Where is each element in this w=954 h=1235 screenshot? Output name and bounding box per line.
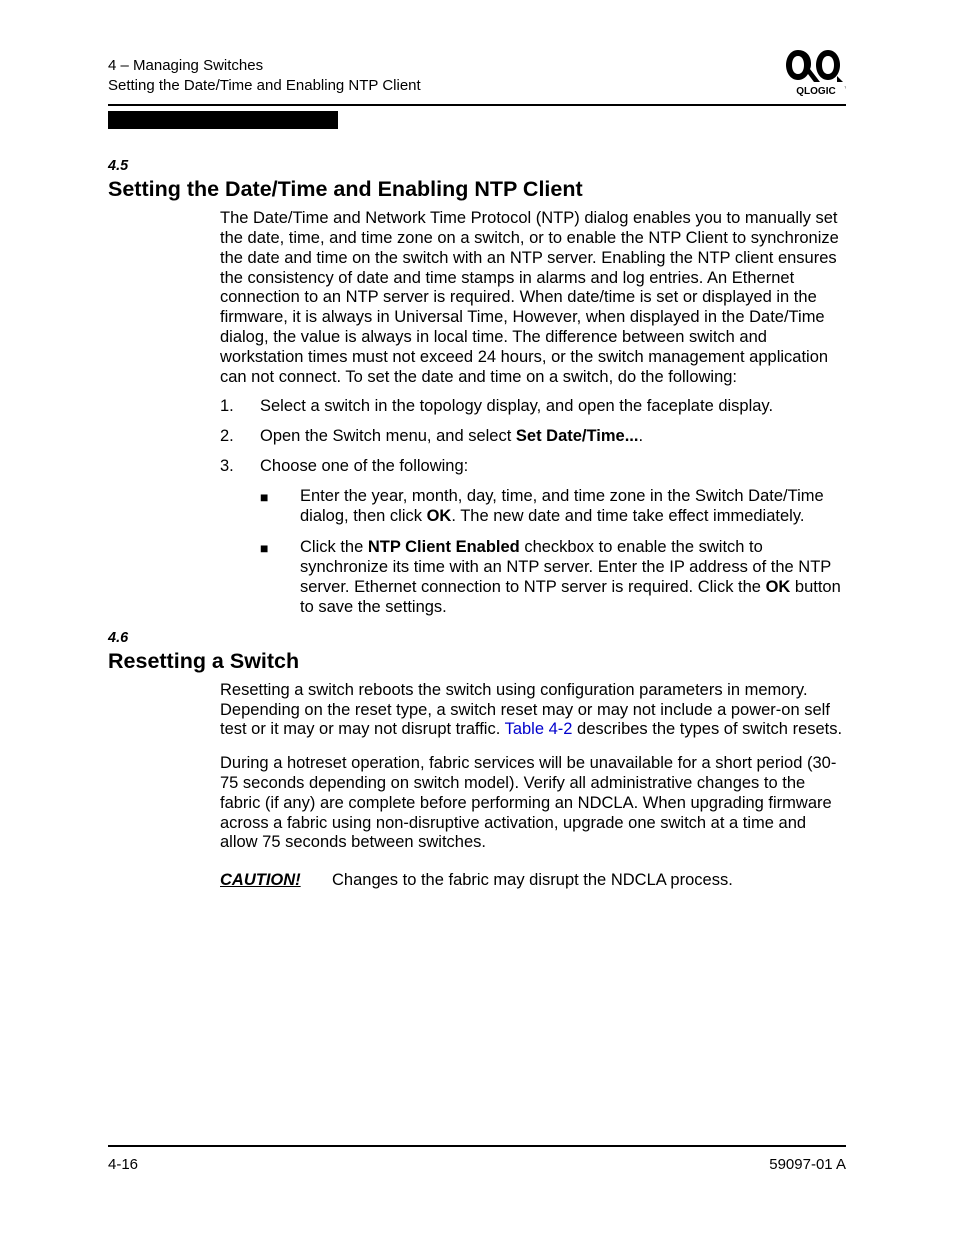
page-number: 4-16: [108, 1156, 138, 1173]
header-section: Setting the Date/Time and Enabling NTP C…: [108, 76, 846, 96]
reset-paragraph-2: During a hotreset operation, fabric serv…: [220, 754, 846, 853]
step-3-text: Choose one of the following:: [260, 457, 846, 477]
caution-label: CAUTION!: [220, 871, 332, 891]
square-bullet-icon: ■: [260, 538, 300, 617]
logo-text: QLOGIC: [796, 86, 835, 97]
doc-number: 59097-01 A: [769, 1156, 846, 1173]
svg-text:™: ™: [844, 86, 846, 92]
section-number-4-5: 4.5: [108, 158, 846, 175]
bullet-2-text: Click the NTP Client Enabled checkbox to…: [300, 538, 846, 617]
header-rule: [108, 104, 846, 106]
header-blackbar: [108, 111, 338, 129]
bullet-1-text: Enter the year, month, day, time, and ti…: [300, 487, 846, 527]
step-1-text: Select a switch in the topology display,…: [260, 397, 846, 417]
qlogic-logo: QLOGIC ™: [786, 48, 846, 98]
step-number-3: 3.: [220, 457, 260, 477]
section-number-4-6: 4.6: [108, 630, 846, 647]
step-number-2: 2.: [220, 427, 260, 447]
table-4-2-link[interactable]: Table 4-2: [505, 720, 573, 738]
header-chapter: 4 – Managing Switches: [108, 56, 846, 76]
reset-paragraph-1: Resetting a switch reboots the switch us…: [220, 681, 846, 740]
square-bullet-icon: ■: [260, 487, 300, 527]
footer-rule: [108, 1145, 846, 1147]
step-number-1: 1.: [220, 397, 260, 417]
step-2-text: Open the Switch menu, and select Set Dat…: [260, 427, 846, 447]
intro-paragraph: The Date/Time and Network Time Protocol …: [220, 209, 846, 387]
heading-setting-date-time: Setting the Date/Time and Enabling NTP C…: [108, 177, 846, 203]
heading-resetting-switch: Resetting a Switch: [108, 649, 846, 675]
caution-text: Changes to the fabric may disrupt the ND…: [332, 871, 733, 891]
